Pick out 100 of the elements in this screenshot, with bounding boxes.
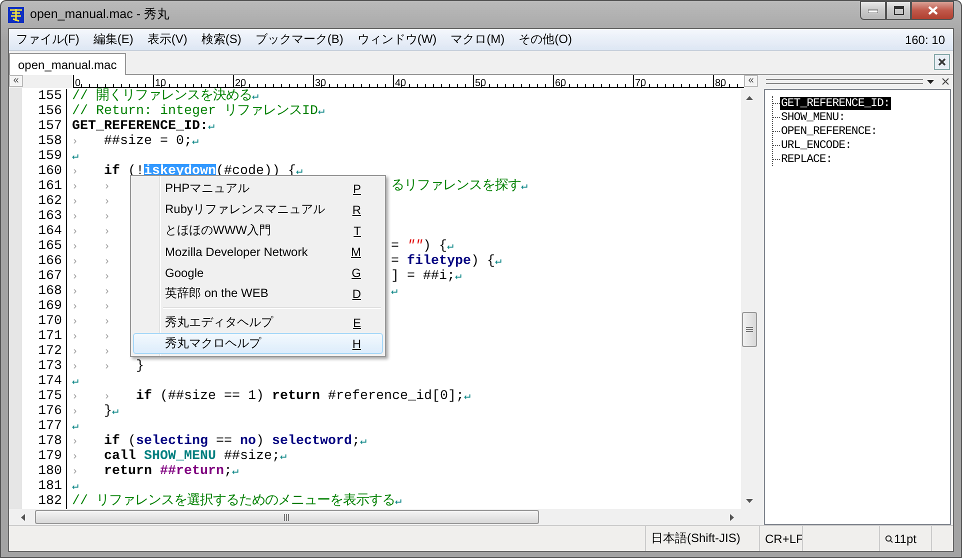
code-line: › ›: [72, 346, 112, 360]
code-line: › ›: [72, 180, 112, 194]
menu-item[interactable]: マクロ(M): [444, 31, 512, 48]
ruler-collapse-button[interactable]: «: [744, 75, 758, 87]
line-number: 159: [22, 149, 67, 164]
code-line: › ›: [72, 240, 112, 254]
line-number: 167: [22, 269, 67, 284]
code-fragment: るリファレンスを探す↵: [391, 179, 528, 195]
line-ending-status[interactable]: CR+LF: [759, 526, 802, 551]
line-number: 157: [22, 119, 67, 134]
ruler-label: 50: [474, 78, 486, 87]
zoom-status[interactable]: 11pt: [879, 526, 931, 551]
code-line: › ›: [72, 316, 112, 330]
outline-item[interactable]: OPEN_REFERENCE:: [780, 124, 878, 138]
scroll-thumb[interactable]: [742, 312, 757, 347]
maximize-button[interactable]: [886, 1, 911, 20]
close-icon[interactable]: [942, 78, 949, 85]
scroll-down-arrow-icon[interactable]: [746, 499, 753, 503]
ruler-label: 10: [154, 78, 166, 87]
code-fragment: ↵: [391, 285, 398, 300]
menu-option[interactable]: とほほのWWW入門 T: [133, 220, 383, 241]
line-number: 179: [22, 449, 67, 464]
menu-option[interactable]: 秀丸マクロヘルプ H: [133, 333, 383, 354]
code-line: › ›: [72, 256, 112, 270]
scroll-right-arrow-icon[interactable]: [730, 514, 734, 520]
code-line: › }↵: [72, 404, 119, 420]
code-line: ↵: [72, 420, 79, 434]
close-icon: [938, 58, 946, 66]
close-tab-button[interactable]: [934, 54, 950, 70]
menu-item[interactable]: ファイル(F): [9, 31, 86, 48]
code-fragment: ] = ##i;↵: [391, 269, 462, 285]
line-number: 163: [22, 209, 67, 224]
code-line: › call SHOW_MENU ##size;↵: [72, 448, 287, 464]
line-number: 168: [22, 284, 67, 299]
outline-item[interactable]: REPLACE:: [780, 152, 834, 166]
code-line: › ›: [72, 286, 112, 300]
code-line: ↵: [72, 150, 79, 164]
line-number: 155: [22, 89, 67, 104]
code-line: › ›: [72, 210, 112, 224]
code-fragment: = "") {↵: [391, 239, 454, 254]
code-line: › ##size = 0;↵: [72, 134, 199, 150]
cursor-position: 160: 10: [904, 32, 946, 46]
menu-option[interactable]: 秀丸エディタヘルプ E: [133, 312, 383, 333]
line-number: 156: [22, 104, 67, 119]
menu-item[interactable]: 編集(E): [86, 31, 140, 48]
line-number: 174: [22, 374, 67, 389]
line-number: 171: [22, 329, 67, 344]
scroll-thumb[interactable]: [35, 510, 539, 524]
menu-item[interactable]: その他(O): [512, 31, 579, 48]
ruler-label: 70: [634, 78, 646, 87]
code-line: ↵: [72, 480, 79, 494]
code-line: › › }: [72, 358, 144, 374]
code-fragment: = filetype) {↵: [391, 254, 502, 269]
code-line: ↵: [72, 374, 79, 390]
code-line: › ›: [72, 330, 112, 344]
line-number: 177: [22, 419, 67, 434]
line-number: 173: [22, 359, 67, 374]
ruler-label: 0: [74, 78, 81, 87]
line-number: 160: [22, 164, 67, 179]
line-number: 165: [22, 239, 67, 254]
menu-option[interactable]: Rubyリファレンスマニュアル R: [133, 199, 383, 220]
code-line: › if (selecting == no) selectword;↵: [72, 434, 367, 449]
ruler-collapse-button[interactable]: «: [9, 75, 23, 87]
code-line: › ›: [72, 270, 112, 284]
code-line: › › if (##size == 1) return #reference_id[0];↵: [72, 388, 471, 404]
line-number: 175: [22, 389, 67, 404]
menu-option[interactable]: Mozilla Developer Network M: [133, 241, 383, 262]
menu-option[interactable]: PHPマニュアル P: [133, 178, 383, 199]
outline-item[interactable]: GET_REFERENCE_ID:: [780, 96, 891, 110]
menu-item[interactable]: ウィンドウ(W): [350, 31, 444, 48]
outline-item[interactable]: SHOW_MENU:: [780, 110, 846, 124]
menu-option[interactable]: Google G: [133, 262, 383, 283]
scroll-left-arrow-icon[interactable]: [21, 514, 25, 520]
code-line: › ›: [72, 196, 112, 210]
line-number: 170: [22, 314, 67, 329]
menu-item[interactable]: ブックマーク(B): [248, 31, 350, 48]
ruler-label: 20: [234, 78, 246, 87]
minimize-icon: [868, 8, 878, 12]
file-tab[interactable]: open_manual.mac: [9, 53, 126, 75]
close-button[interactable]: [911, 1, 954, 20]
line-number: 172: [22, 344, 67, 359]
line-number: 158: [22, 134, 67, 149]
code-line: › return ##return;↵: [72, 464, 239, 480]
scroll-up-arrow-icon[interactable]: [746, 96, 753, 100]
encoding-status[interactable]: 日本語(Shift-JIS): [645, 526, 759, 551]
code-line: › ›: [72, 226, 112, 240]
line-number: 161: [22, 179, 67, 194]
code-line: // Return: integer リファレンスID↵: [72, 104, 325, 120]
code-line: GET_REFERENCE_ID:↵: [72, 118, 215, 134]
minimize-button[interactable]: [860, 1, 886, 20]
menu-item[interactable]: 表示(V): [140, 31, 194, 48]
code-line: // リファレンスを選択するためのメニューを表示する↵: [72, 494, 402, 509]
dropdown-icon[interactable]: [927, 80, 934, 84]
menu-item[interactable]: 検索(S): [194, 31, 248, 48]
menu-option[interactable]: 英辞郎 on the WEB D: [133, 283, 383, 304]
line-number: 178: [22, 434, 67, 449]
ruler-label: 40: [394, 78, 406, 87]
outline-item[interactable]: URL_ENCODE:: [780, 138, 852, 152]
line-number: 176: [22, 404, 67, 419]
window-title: open_manual.mac - 秀丸: [30, 6, 170, 23]
